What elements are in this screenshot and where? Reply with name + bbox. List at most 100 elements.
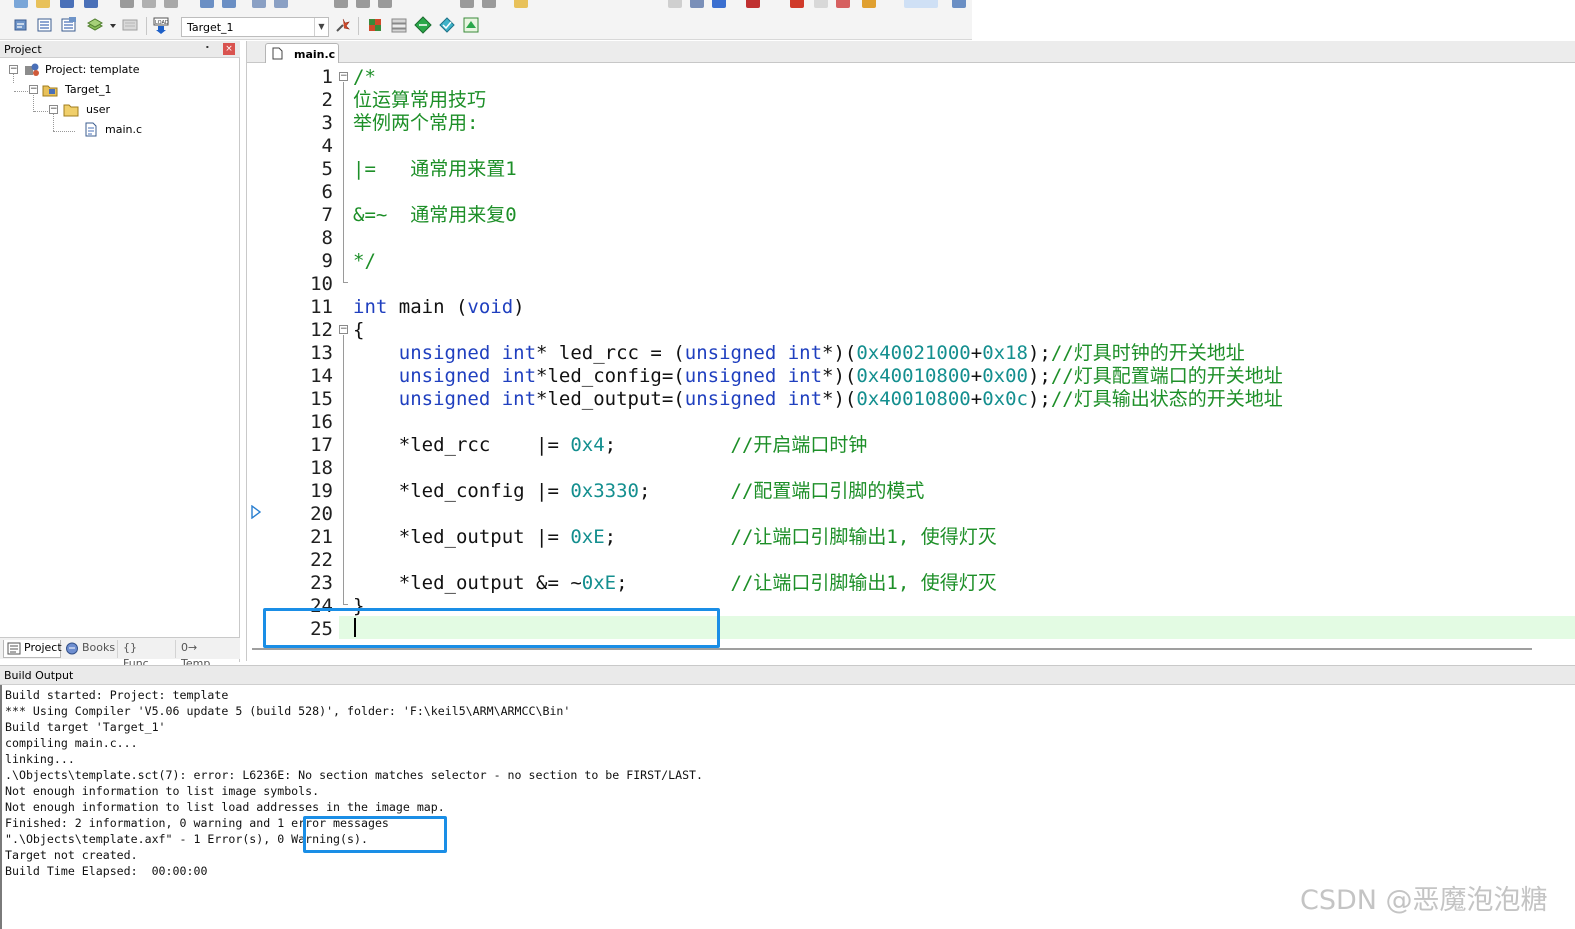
number-literal: 0xE [581,572,617,594]
batch-build-dropdown[interactable] [104,16,116,34]
download-icon[interactable]: LOAD [152,16,170,34]
code-text: *led_output &= ~ [353,572,582,594]
find-icon[interactable] [690,0,704,8]
pin-icon[interactable]: ⬝ [206,42,209,53]
line-number: 1 [321,66,333,88]
comment: //让端口引脚输出1, 使得灯灭 [730,526,997,548]
code-text: ; [616,572,731,594]
comment-icon[interactable] [378,0,392,8]
tree-item-target[interactable]: − Target_1 [0,81,240,99]
scrollbar-thumb[interactable] [252,648,1532,650]
build-icon[interactable] [36,16,54,34]
target-select[interactable]: Target_1 ▼ [181,17,329,37]
breakpoint-window-icon[interactable] [862,0,876,8]
copy-icon[interactable] [142,0,156,8]
line-number: 13 [310,342,333,364]
keyword: unsigned int [684,365,823,387]
breakpoint-icon[interactable] [790,0,804,8]
project-icon [24,62,40,77]
find-in-files-icon[interactable] [514,0,528,8]
save-all-icon[interactable] [84,0,98,8]
navigate-back-icon[interactable] [252,0,266,8]
keyword: unsigned int [353,342,537,364]
line-number: 15 [310,388,333,410]
toolbar-row-top [0,0,972,10]
close-icon[interactable]: × [223,43,235,55]
build-output-line: Target not created. [5,848,138,862]
build-output-line: linking... [5,752,75,766]
undo-icon[interactable] [200,0,214,8]
collapse-icon[interactable]: − [49,105,58,114]
number-literal: 0x18 [982,342,1028,364]
indent-icon[interactable] [334,0,348,8]
tab-project[interactable]: Project [3,640,62,658]
tree-item-file-main[interactable]: main.c [0,121,240,139]
comment: //配置端口引脚的模式 [730,480,925,502]
open-folder-icon[interactable] [36,0,50,8]
code-text: + [970,388,983,410]
unindent-icon[interactable] [356,0,370,8]
search-combo-arrow-icon[interactable] [668,0,682,8]
build-output-line: Not enough information to list image sym… [5,784,320,798]
select-packs-icon[interactable] [414,16,432,34]
number-literal: 0x40010800 [856,388,971,410]
pack-installer-icon[interactable] [462,16,480,34]
toolbar: LOAD Target_1 ▼ [0,0,972,40]
code-text: + [970,342,983,364]
code-text: ) [513,296,525,318]
cut-icon[interactable] [120,0,134,8]
manage-components-icon[interactable] [366,16,384,34]
build-output-line: Build started: Project: template [5,688,229,702]
line-number: 8 [321,227,333,249]
c-file-icon [272,47,283,60]
run-time-environment-icon[interactable] [438,16,456,34]
format-icon[interactable] [482,0,496,8]
collapse-icon[interactable]: − [29,85,38,94]
batch-build-icon[interactable] [86,16,104,34]
window-layout-icon[interactable] [904,0,938,8]
line-number: 3 [321,112,333,134]
build-output-line: compiling main.c... [5,736,138,750]
redo-icon[interactable] [222,0,236,8]
save-icon[interactable] [60,0,74,8]
configure-icon[interactable] [952,0,966,8]
tree-item-label: Project: template [45,63,140,76]
line-number-gutter: 1 2 3 4 5 6 7 8 9 10 11 12 13 14 15 16 1… [247,64,339,661]
code-line-1: /* [353,66,376,88]
tree-item-project[interactable]: − Project: template [0,61,240,79]
collapse-icon[interactable]: − [9,65,18,74]
tab-templates[interactable]: 0→ Temp... [177,640,237,670]
file-extensions-icon[interactable] [390,16,408,34]
new-file-icon[interactable] [14,0,28,8]
code-text: *)( [822,388,857,410]
line-number: 19 [310,480,333,502]
number-literal: 0x40021000 [856,342,971,364]
tab-books[interactable]: Books [62,640,118,658]
code-text: *led_rcc |= [353,434,571,456]
tab-functions[interactable]: {} Func... [119,640,176,670]
navigate-forward-icon[interactable] [274,0,288,8]
keyword: unsigned int [353,365,537,387]
tree-item-label: main.c [105,123,143,136]
build-output-line: Build target 'Target_1' [5,720,166,734]
keyword: unsigned int [684,388,823,410]
tab-main-c[interactable]: main.c [265,43,339,63]
paste-icon[interactable] [164,0,178,8]
debug-icon[interactable] [746,0,760,8]
code-area[interactable]: /* 位运算常用技巧 举例两个常用: |= 通常用来置1 &=~ 通常用来复0 … [339,64,1575,661]
stop-build-icon[interactable] [121,16,139,34]
keyword: int [353,296,388,318]
target-options-icon[interactable] [334,16,352,34]
code-text: *)( [822,365,857,387]
tree-item-group-user[interactable]: − user [0,101,240,119]
incremental-find-icon[interactable] [712,0,726,8]
kill-breakpoints-icon[interactable] [836,0,850,8]
code-text: ); [1027,365,1051,387]
translate-icon[interactable] [12,16,30,34]
uncomment-icon[interactable] [460,0,474,8]
chevron-down-icon[interactable]: ▼ [314,18,328,36]
rebuild-icon[interactable] [60,16,78,34]
code-text: *led_config |= [353,480,571,502]
disable-breakpoint-icon[interactable] [814,0,828,8]
code-line-14: unsigned int*led_config=(unsigned int*)(… [353,365,1283,388]
